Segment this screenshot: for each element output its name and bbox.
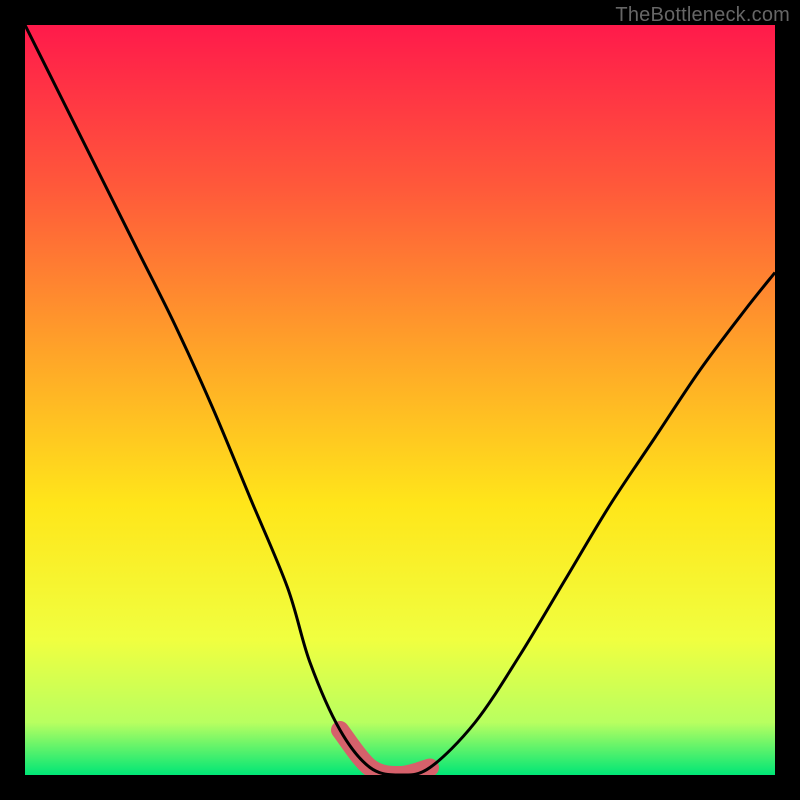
chart-area	[25, 25, 775, 775]
chart-svg	[25, 25, 775, 775]
gradient-background	[25, 25, 775, 775]
outer-frame: TheBottleneck.com	[0, 0, 800, 800]
watermark-text: TheBottleneck.com	[615, 4, 790, 27]
